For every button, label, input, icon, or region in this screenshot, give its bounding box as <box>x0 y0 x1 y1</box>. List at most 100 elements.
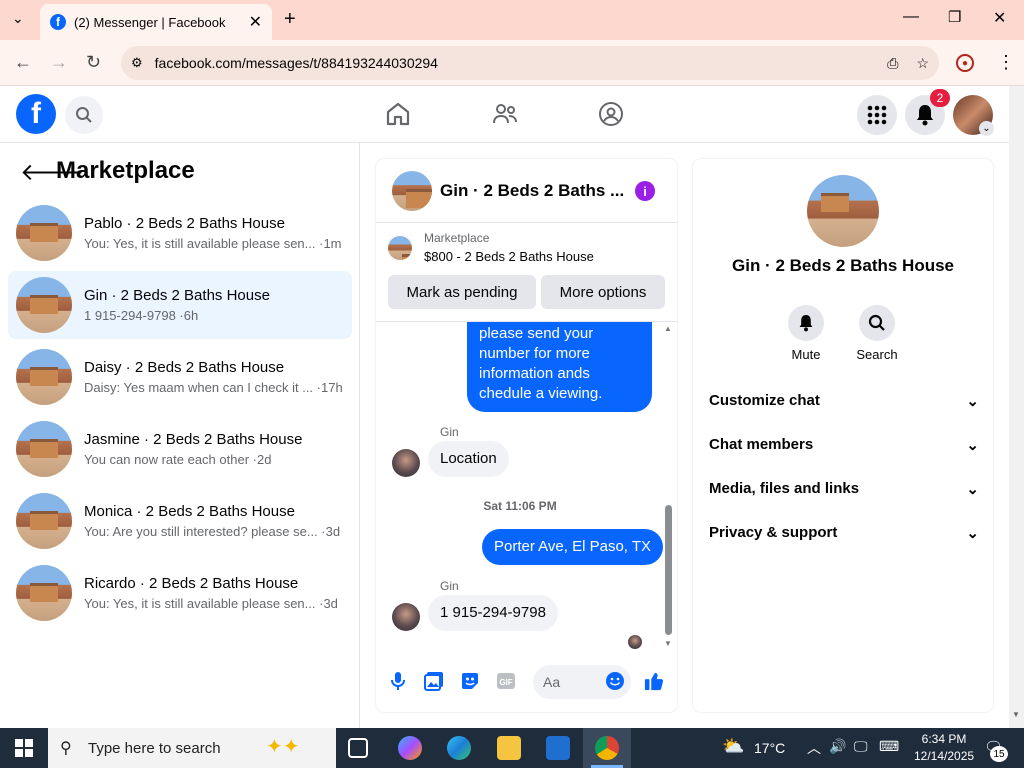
reload-icon[interactable]: ↻ <box>86 52 101 73</box>
clock-date: 12/14/2025 <box>914 749 975 763</box>
friends-icon[interactable] <box>491 100 519 128</box>
tray-chevron-icon[interactable]: ︿ <box>807 738 821 758</box>
mute-button[interactable]: Mute <box>771 305 841 362</box>
chrome-menu-icon[interactable]: ⋮ <box>997 52 1015 73</box>
bookmark-star-icon[interactable]: ☆ <box>916 55 929 72</box>
media-files-links-section[interactable]: Media, files and links ⌄ <box>709 480 979 498</box>
taskbar-search-placeholder: Type here to search <box>88 739 221 757</box>
chevron-down-icon: ⌄ <box>966 481 979 498</box>
install-app-icon[interactable]: ⎙ <box>887 55 898 72</box>
sticker-icon[interactable] <box>460 671 480 691</box>
conversation-list-pane: 🡐 Marketplace Pablo · 2 Beds 2 Baths Hou… <box>0 143 360 728</box>
pane-title: Marketplace <box>56 157 195 184</box>
taskbar-search-icon: ⚲ <box>60 740 72 757</box>
account-chevron-icon[interactable]: ⌄ <box>979 121 994 136</box>
conversation-preview: 1 915-294-9798 ·6h <box>84 308 199 323</box>
bell-icon <box>788 305 824 341</box>
message-thread: please send your number for more informa… <box>376 321 677 651</box>
chrome-taskbar-button[interactable] <box>583 728 631 768</box>
conversation-item[interactable]: Gin · 2 Beds 2 Baths House 1 915-294-9798… <box>8 271 352 339</box>
new-tab-button[interactable]: + <box>284 8 296 31</box>
message-composer: GIF Aa <box>376 659 677 705</box>
seen-receipt-avatar <box>628 635 642 649</box>
menu-grid-icon[interactable] <box>857 95 897 135</box>
window-close-icon[interactable]: ✕ <box>993 8 1006 28</box>
network-icon[interactable]: 🖵 <box>854 738 868 755</box>
clock[interactable]: 6:34 PM 12/14/2025 <box>914 732 974 763</box>
copilot-icon[interactable] <box>398 736 422 760</box>
emoji-icon[interactable] <box>605 671 625 691</box>
facebook-header: f 2 ⌄ <box>0 86 1009 143</box>
section-label: Customize chat <box>709 392 820 409</box>
conversation-name: Daisy · 2 Beds 2 Baths House <box>84 359 285 376</box>
search-icon[interactable] <box>65 96 103 134</box>
edge-icon[interactable] <box>447 736 471 760</box>
conversation-item[interactable]: Daisy · 2 Beds 2 Baths House Daisy: Yes m… <box>8 343 352 411</box>
gif-icon[interactable]: GIF <box>496 671 516 691</box>
windows-start-icon[interactable] <box>15 739 33 762</box>
message-sender: Gin <box>440 579 459 593</box>
profile-icon[interactable]: ● <box>956 54 974 72</box>
conversation-preview: You: Yes, it is still available please s… <box>84 596 338 611</box>
photo-icon[interactable] <box>424 671 444 691</box>
maximize-icon[interactable]: ❐ <box>948 8 961 26</box>
chat-avatar <box>392 170 432 211</box>
scroll-down-icon[interactable]: ▼ <box>664 639 672 648</box>
customize-chat-section[interactable]: Customize chat ⌄ <box>709 392 979 410</box>
home-icon[interactable] <box>384 100 412 128</box>
browser-tab[interactable]: f (2) Messenger | Facebook ✕ <box>40 4 272 40</box>
chat-header[interactable]: Gin · 2 Beds 2 Baths ... <box>376 159 677 223</box>
groups-icon[interactable] <box>597 100 625 128</box>
conversation-preview: You can now rate each other ·2d <box>84 452 272 467</box>
weather-icon[interactable]: ⛅ <box>722 736 744 757</box>
speaker-icon[interactable]: 🔊 <box>829 738 846 755</box>
section-label: Chat members <box>709 436 814 453</box>
conversation-thumbnail <box>16 493 72 549</box>
conversation-name: Pablo · 2 Beds 2 Baths House <box>84 215 285 232</box>
task-view-icon[interactable] <box>348 738 368 758</box>
url-field[interactable]: ⚙ facebook.com/messages/t/88419324403029… <box>121 46 939 80</box>
more-options-button[interactable]: More options <box>541 275 665 309</box>
page-scrollbar[interactable]: ▼ <box>1009 86 1024 728</box>
file-explorer-icon[interactable] <box>497 736 521 760</box>
info-icon[interactable]: i <box>635 181 655 201</box>
chevron-down-icon: ⌄ <box>966 393 979 410</box>
message-scrollbar[interactable]: ▲ ▼ <box>664 322 673 651</box>
scroll-up-icon[interactable]: ▲ <box>664 324 672 333</box>
privacy-support-section[interactable]: Privacy & support ⌄ <box>709 524 979 542</box>
conversation-item[interactable]: Pablo · 2 Beds 2 Baths House You: Yes, it… <box>8 199 352 267</box>
site-info-icon[interactable]: ⚙ <box>131 55 143 71</box>
scrollbar-thumb[interactable] <box>665 505 672 635</box>
chevron-down-icon: ⌄ <box>966 437 979 454</box>
conversation-item[interactable]: Monica · 2 Beds 2 Baths House You: Are yo… <box>8 487 352 555</box>
conversation-item[interactable]: Ricardo · 2 Beds 2 Baths House You: Yes, … <box>8 559 352 627</box>
marketplace-listing[interactable]: Marketplace $800 - 2 Beds 2 Baths House <box>388 231 594 264</box>
media-player-icon[interactable] <box>546 736 570 760</box>
minimize-icon[interactable]: — <box>903 8 919 26</box>
tab-close-icon[interactable]: ✕ <box>249 12 262 32</box>
facebook-logo[interactable]: f <box>16 94 56 134</box>
search-conversation-button[interactable]: Search <box>842 305 912 362</box>
svg-text:GIF: GIF <box>499 678 512 687</box>
search-icon <box>859 305 895 341</box>
mark-as-pending-button[interactable]: Mark as pending <box>388 275 536 309</box>
keyboard-icon[interactable]: ⌨ <box>879 738 899 755</box>
back-icon[interactable]: ← <box>14 52 32 73</box>
url-text: facebook.com/messages/t/884193244030294 <box>154 55 438 71</box>
microphone-icon[interactable] <box>388 671 408 691</box>
conversation-preview: You: Are you still interested? please se… <box>84 524 341 539</box>
conversation-item[interactable]: Jasmine · 2 Beds 2 Baths House You can no… <box>8 415 352 483</box>
thumbs-up-icon[interactable] <box>644 671 664 691</box>
tab-search-chevron-icon[interactable]: ⌄ <box>12 10 24 27</box>
page-scroll-down-icon[interactable]: ▼ <box>1012 710 1020 719</box>
input-placeholder: Aa <box>543 674 561 690</box>
message-timestamp: Sat 11:06 PM <box>483 499 557 513</box>
forward-icon[interactable]: → <box>50 52 68 73</box>
conversation-preview: You: Yes, it is still available please s… <box>84 236 342 251</box>
chat-members-section[interactable]: Chat members ⌄ <box>709 436 979 454</box>
notification-count: 15 <box>990 746 1008 762</box>
clock-time: 6:34 PM <box>921 732 967 746</box>
outgoing-message: Porter Ave, El Paso, TX <box>482 529 664 565</box>
taskbar-search-field[interactable]: ⚲ Type here to search ✦✦ <box>48 728 336 768</box>
conversation-thumbnail <box>16 421 72 477</box>
